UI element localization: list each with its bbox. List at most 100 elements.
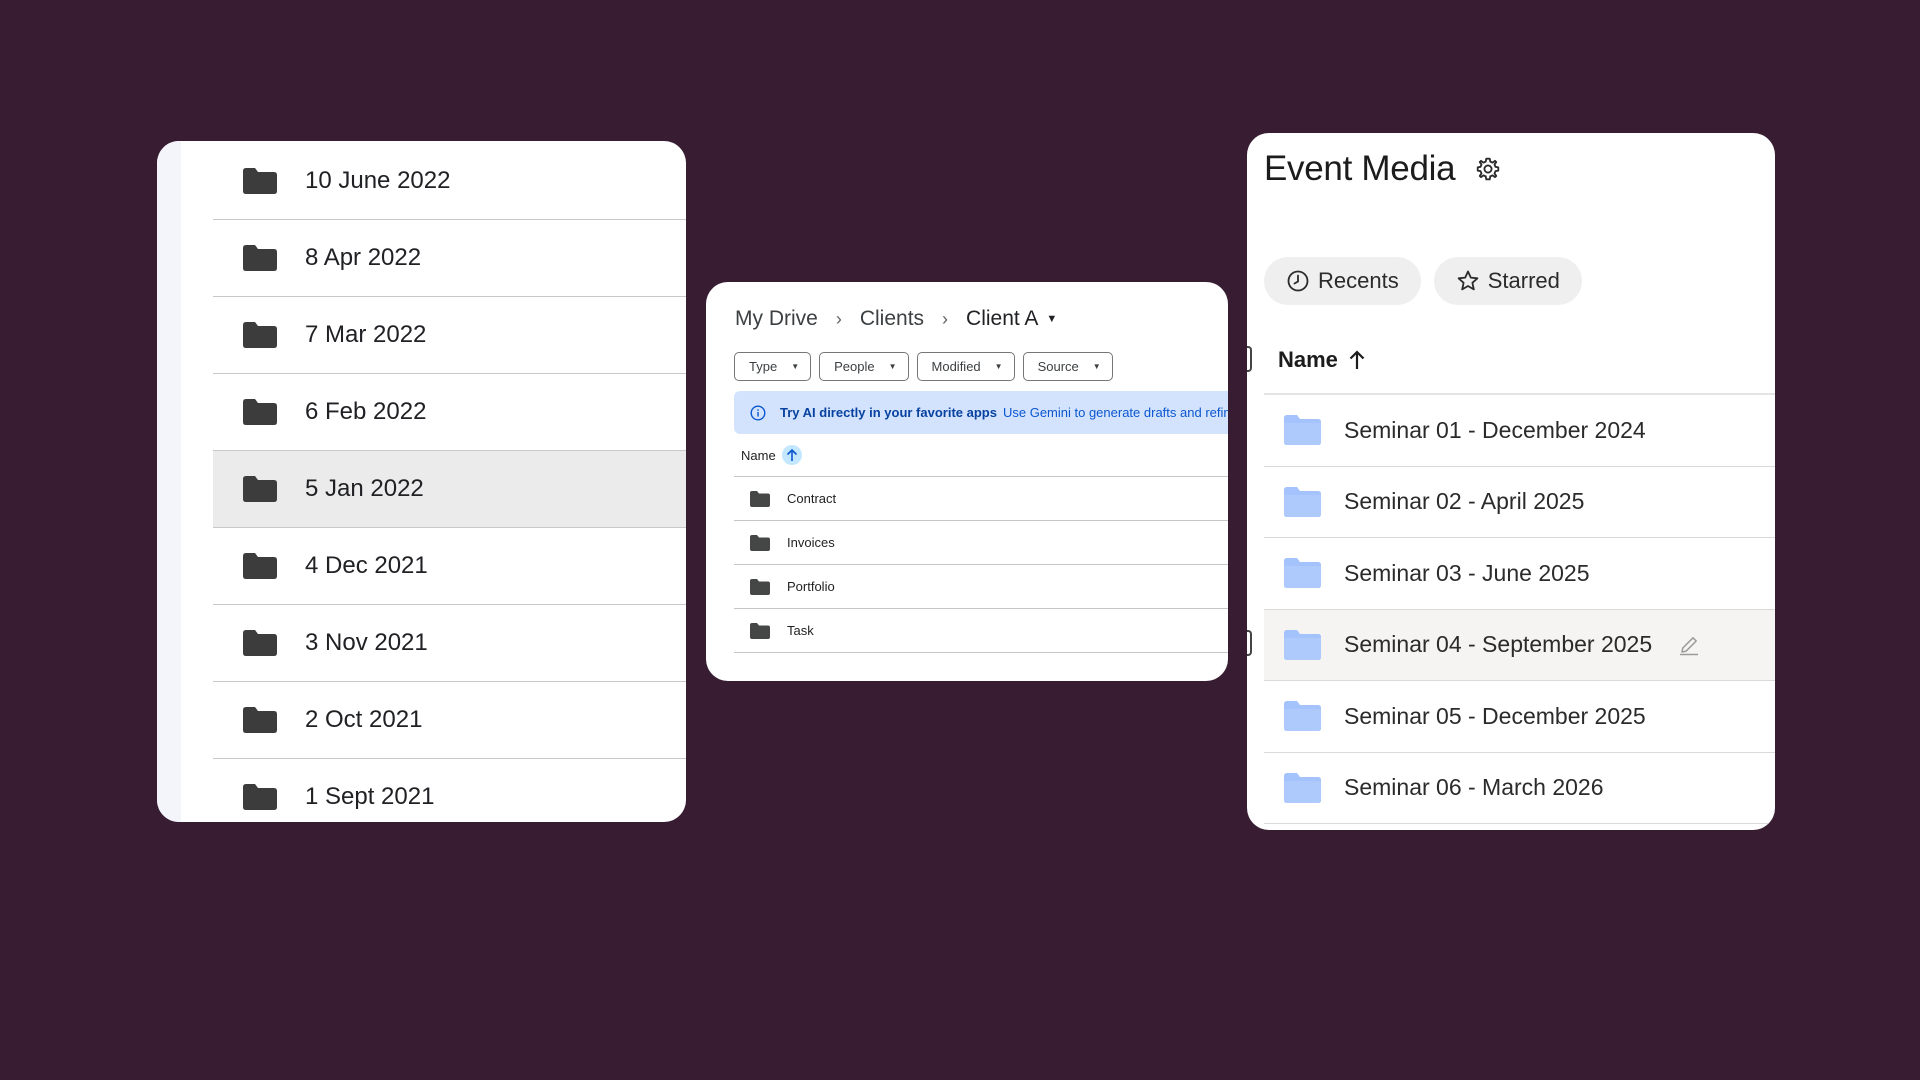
sort-arrow-up-icon[interactable] — [781, 445, 802, 465]
folder-name: Seminar 05 - December 2025 — [1344, 702, 1646, 729]
clock-icon — [1287, 270, 1309, 292]
folder-row[interactable]: Seminar 03 - June 2025 — [1264, 538, 1775, 610]
tab-starred[interactable]: Starred — [1433, 257, 1582, 305]
folder-row[interactable]: 6 Feb 2022 — [213, 374, 686, 451]
folder-row[interactable]: Seminar 02 - April 2025 — [1264, 467, 1775, 538]
chevron-right-icon: › — [835, 308, 842, 329]
breadcrumb-clients[interactable]: Clients — [860, 307, 924, 331]
folder-name: Task — [787, 623, 814, 638]
client-folder-list: Contract Invoices Portfolio Task — [734, 476, 1228, 653]
folder-icon — [1284, 558, 1321, 589]
row-checkbox-edge[interactable] — [1247, 630, 1252, 656]
folder-name: 3 Nov 2021 — [305, 629, 428, 656]
folder-name: Portfolio — [787, 579, 835, 594]
gear-icon[interactable] — [1475, 156, 1501, 182]
folder-icon — [243, 322, 277, 348]
folder-row[interactable]: Seminar 05 - December 2025 — [1264, 681, 1775, 753]
panel-header: Event Media — [1264, 149, 1501, 189]
folder-icon — [243, 399, 277, 425]
folder-name: 6 Feb 2022 — [305, 398, 427, 425]
folder-name: 7 Mar 2022 — [305, 321, 427, 348]
folder-icon — [243, 630, 277, 656]
folder-row-hovered[interactable]: Seminar 04 - September 2025 — [1264, 609, 1775, 681]
filter-chips: Type ▼ People ▼ Modified ▼ Source ▼ — [734, 352, 1113, 381]
banner-headline: Try AI directly in your favorite apps — [780, 405, 997, 420]
folder-icon — [243, 476, 277, 502]
folder-icon — [243, 553, 277, 579]
breadcrumb-current-label: Client A — [966, 307, 1039, 330]
folder-row-selected[interactable]: 5 Jan 2022 — [213, 451, 686, 528]
tab-recents[interactable]: Recents — [1264, 257, 1421, 305]
folder-row[interactable]: 7 Mar 2022 — [213, 297, 686, 374]
folder-row[interactable]: 3 Nov 2021 — [213, 605, 686, 682]
folder-icon — [243, 707, 277, 733]
caret-down-icon: ▼ — [994, 362, 1003, 371]
folder-list-panel-dates: 10 June 2022 8 Apr 2022 7 Mar 2022 6 Feb… — [157, 141, 686, 822]
folder-name: 10 June 2022 — [305, 167, 451, 194]
folder-row[interactable]: 4 Dec 2021 — [213, 528, 686, 605]
tab-label: Starred — [1487, 268, 1560, 293]
folder-row[interactable]: Task — [734, 609, 1228, 653]
folder-name: 2 Oct 2021 — [305, 706, 423, 733]
breadcrumb: My Drive › Clients › Client A ▼ — [735, 307, 1057, 331]
info-icon — [750, 404, 766, 421]
column-header-label: Name — [741, 447, 776, 463]
folder-row[interactable]: 10 June 2022 — [213, 141, 686, 220]
folder-row[interactable]: 1 Sept 2021 — [213, 759, 686, 822]
folder-name: Seminar 03 - June 2025 — [1344, 559, 1590, 586]
filter-label: Type — [749, 359, 778, 374]
folder-row[interactable]: Seminar 06 - March 2026 — [1264, 753, 1775, 824]
folder-icon — [750, 534, 770, 551]
row-checkbox-edge[interactable] — [1247, 346, 1252, 372]
banner-text: Use Gemini to generate drafts and refine — [1002, 405, 1228, 420]
name-column-header[interactable]: Name — [741, 445, 802, 465]
folder-row[interactable]: 8 Apr 2022 — [213, 220, 686, 297]
folder-name: 5 Jan 2022 — [305, 475, 424, 502]
folder-name: 4 Dec 2021 — [305, 552, 428, 579]
filter-source-button[interactable]: Source ▼ — [1022, 352, 1113, 381]
folder-row[interactable]: Invoices — [734, 521, 1228, 565]
filter-type-button[interactable]: Type ▼ — [734, 352, 812, 381]
name-column-header[interactable]: Name — [1278, 347, 1366, 373]
seminar-folder-list: Seminar 01 - December 2024 Seminar 02 - … — [1264, 393, 1775, 824]
breadcrumb-current-folder[interactable]: Client A ▼ — [966, 307, 1057, 331]
folder-row[interactable]: 2 Oct 2021 — [213, 682, 686, 759]
folder-row[interactable]: Portfolio — [734, 565, 1228, 609]
folder-name: Seminar 06 - March 2026 — [1344, 774, 1604, 801]
drive-client-folder-panel: My Drive › Clients › Client A ▼ Type ▼ P… — [706, 282, 1228, 681]
sort-arrow-up-icon[interactable] — [1348, 350, 1366, 370]
caret-down-icon: ▼ — [1092, 362, 1101, 371]
filter-people-button[interactable]: People ▼ — [819, 352, 909, 381]
filter-modified-button[interactable]: Modified ▼ — [916, 352, 1015, 381]
quick-tabs: Recents Starred — [1264, 257, 1582, 305]
folder-name: Invoices — [787, 535, 835, 550]
folder-name: Contract — [787, 491, 837, 506]
gemini-promo-banner[interactable]: Try AI directly in your favorite apps Us… — [734, 391, 1228, 434]
folder-row[interactable]: Contract — [734, 477, 1228, 521]
chevron-right-icon: › — [942, 308, 949, 329]
sidebar-strip — [157, 141, 181, 822]
folder-icon — [750, 622, 770, 639]
folder-icon — [243, 784, 277, 810]
folder-icon — [1284, 415, 1321, 446]
caret-down-icon: ▼ — [1046, 313, 1058, 325]
folder-icon — [1284, 772, 1321, 803]
folder-icon — [243, 168, 277, 194]
folder-icon — [750, 578, 770, 595]
page-title: Event Media — [1264, 149, 1456, 188]
folder-name: 8 Apr 2022 — [305, 244, 422, 271]
folder-name: Seminar 02 - April 2025 — [1344, 488, 1585, 515]
filter-label: Source — [1037, 359, 1079, 374]
breadcrumb-my-drive[interactable]: My Drive — [735, 307, 818, 331]
date-folder-list: 10 June 2022 8 Apr 2022 7 Mar 2022 6 Feb… — [213, 141, 686, 822]
folder-icon — [1284, 486, 1321, 517]
pencil-icon[interactable] — [1678, 634, 1700, 656]
folder-row[interactable]: Seminar 01 - December 2024 — [1264, 395, 1775, 467]
folder-name: Seminar 04 - September 2025 — [1344, 631, 1653, 658]
caret-down-icon: ▼ — [791, 362, 800, 371]
folder-icon — [243, 245, 277, 271]
caret-down-icon: ▼ — [888, 362, 897, 371]
folder-icon — [1284, 629, 1321, 660]
column-header-label: Name — [1278, 347, 1338, 372]
folder-icon — [750, 490, 770, 507]
